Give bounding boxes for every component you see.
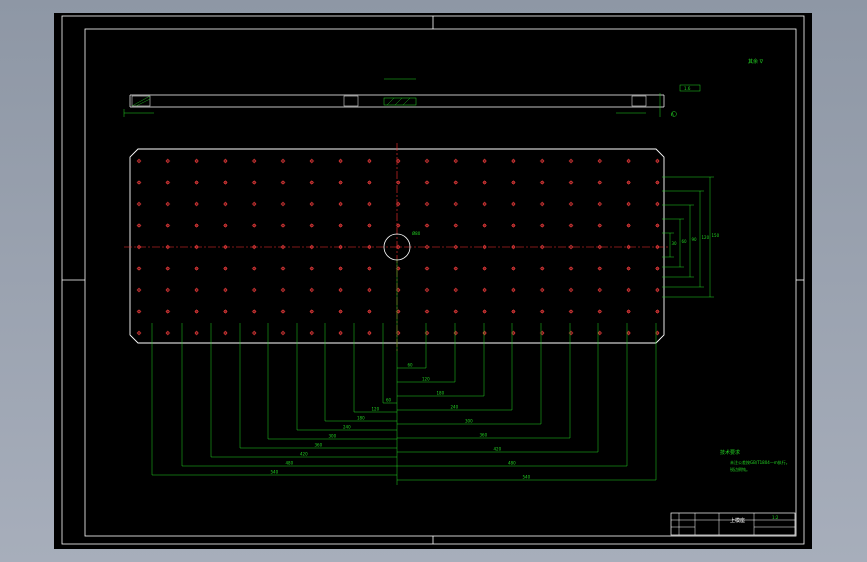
dim-label: 300 (465, 419, 473, 424)
tech-notes-heading: 技术要求 (720, 449, 740, 456)
dim-label: 60 (408, 363, 414, 368)
dim-label: 30 (672, 241, 678, 246)
side-view (123, 78, 701, 117)
dim-label: 240 (451, 405, 459, 410)
dim-label: 120 (702, 235, 710, 240)
dim-label: 540 (271, 470, 279, 475)
dim-label: 420 (494, 447, 502, 452)
roughness-symbol: 其余 ∇ (748, 58, 764, 65)
dimension-lines: 540 480 420 360 300 240 180 120 60 60 120 180 240 300… (151, 176, 720, 485)
inner-frame (84, 28, 797, 537)
dim-label: 360 (315, 443, 323, 448)
drawing-sheet[interactable]: 其余 ∇ 1.6 A 540 480 420 360 300 240 180 1… (54, 13, 812, 549)
section-label-ref: 1.6 (684, 86, 691, 91)
dim-label: 480 (508, 461, 516, 466)
dim-label: 300 (329, 434, 337, 439)
dim-label: 360 (480, 433, 488, 438)
dim-label: 150 (712, 233, 720, 238)
dim-label: 420 (300, 452, 308, 457)
tech-note-1: 未注公差按GB/T1804—m执行。 (730, 459, 790, 465)
dim-label: 180 (357, 416, 365, 421)
dim-label: 60 (386, 398, 392, 403)
dim-label: 120 (372, 407, 380, 412)
cad-viewport[interactable]: 其余 ∇ 1.6 A 540 480 420 360 300 240 180 1… (0, 0, 867, 562)
dim-label: 540 (523, 475, 531, 480)
dim-label: 60 (682, 239, 688, 244)
dim-label: 480 (286, 461, 294, 466)
dim-label: 120 (422, 377, 430, 382)
dim-label: 90 (692, 237, 698, 242)
dim-label: 240 (343, 425, 351, 430)
drawing-canvas[interactable]: 其余 ∇ 1.6 A 54048042036030024018012060601… (54, 13, 812, 549)
center-hole-label: Ø80 (412, 231, 421, 236)
hole-pattern (124, 143, 668, 353)
tech-note-2: 锐边倒钝。 (730, 466, 750, 472)
dim-label: 180 (437, 391, 445, 396)
title-part-name: 上模座 (730, 517, 745, 524)
section-label-a: A (671, 112, 674, 117)
title-scale: 1:2 (772, 515, 779, 520)
